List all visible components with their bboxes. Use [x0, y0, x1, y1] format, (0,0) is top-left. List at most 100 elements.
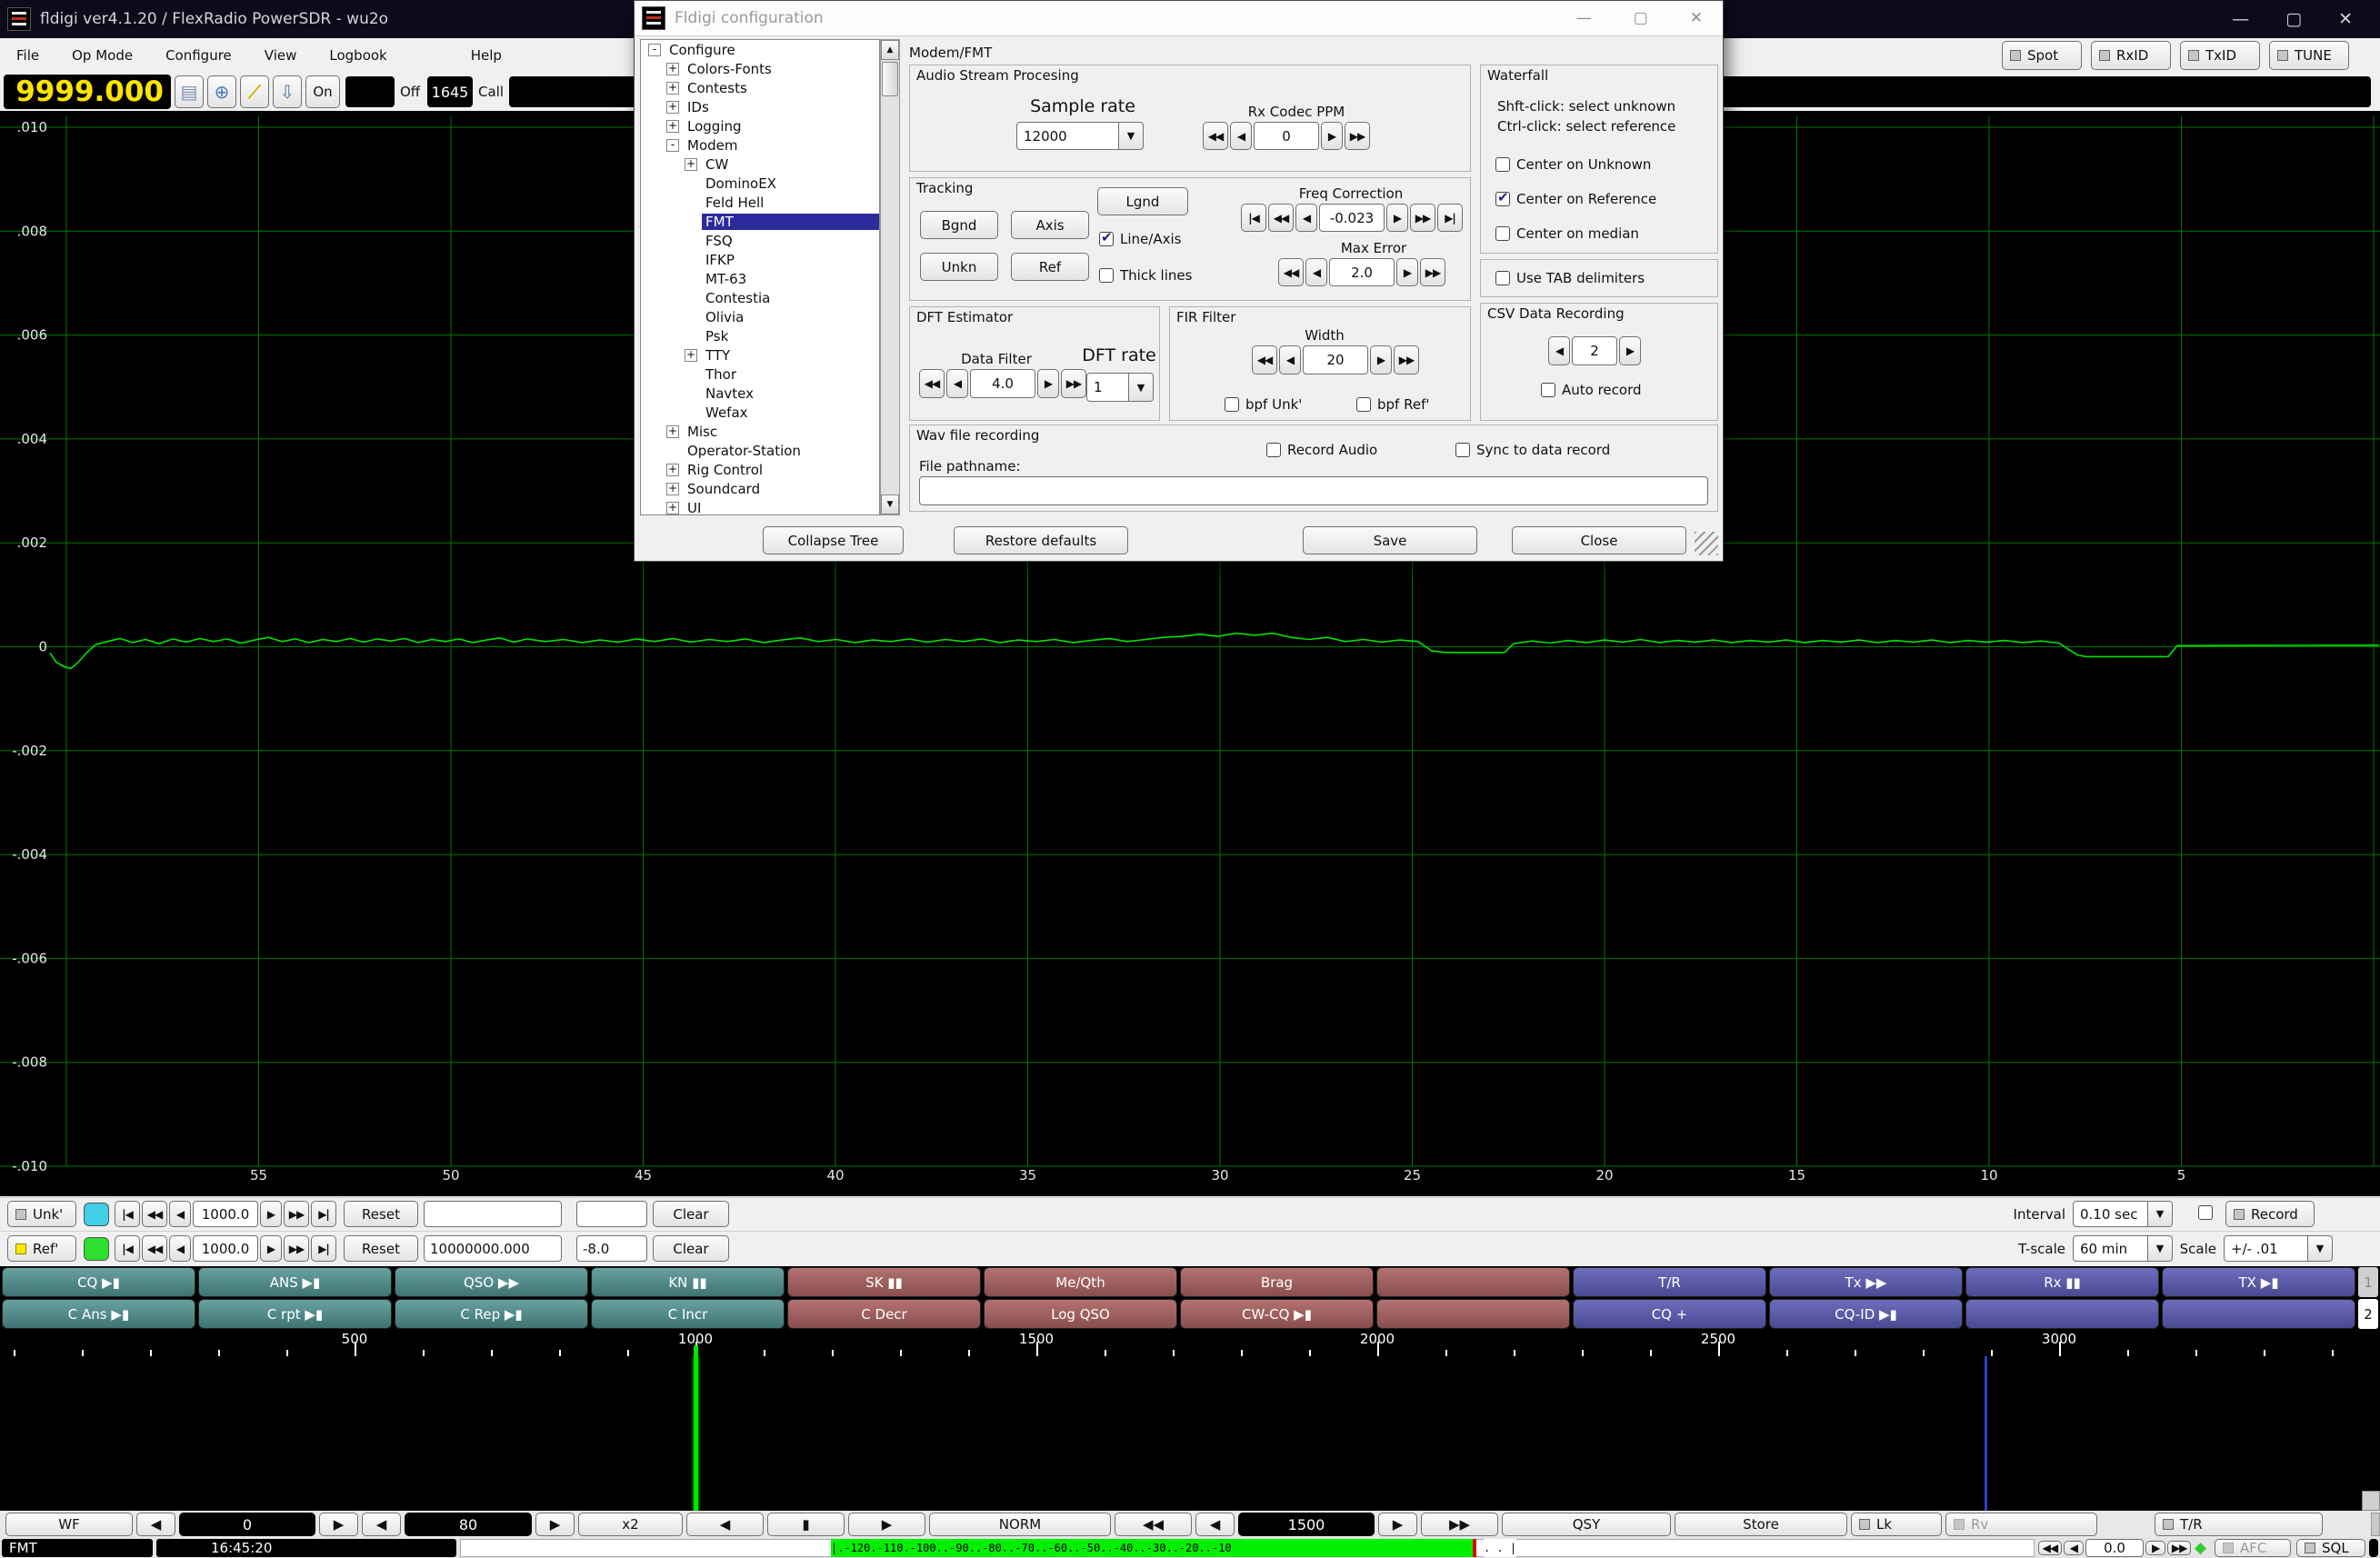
macro-button-cq-id[interactable]: CQ-ID ▶▮ [1769, 1299, 1963, 1329]
macro-button-t-r[interactable]: T/R [1573, 1267, 1766, 1297]
checkbox-box[interactable] [1356, 397, 1371, 412]
menubar-button-tune[interactable]: TUNE [2269, 41, 2349, 70]
step-forward-icon[interactable]: ▶ [260, 1201, 282, 1227]
step-back-icon[interactable]: ◀ [1279, 345, 1301, 375]
macro-button-cq[interactable]: CQ + [1573, 1299, 1766, 1329]
macro-button-empty[interactable] [2162, 1299, 2355, 1329]
step-forward-icon[interactable]: ▶ [2145, 1541, 2166, 1555]
line-axis-checkbox[interactable]: Line/Axis [1099, 229, 1181, 247]
macro-button-me-qth[interactable]: Me/Qth [984, 1267, 1177, 1297]
record-audio-checkbox[interactable]: Record Audio [1266, 442, 1377, 458]
fast-forward-icon[interactable]: ▶▶ [1420, 258, 1445, 286]
seek-last-icon[interactable]: ▶| [1437, 204, 1463, 232]
scroll-thumb[interactable] [882, 62, 898, 96]
macro-button-cw-cq[interactable]: CW-CQ ▶▮ [1180, 1299, 1374, 1329]
macro-button-brag[interactable]: Brag [1180, 1267, 1374, 1297]
fast-forward-icon[interactable]: ▶▶ [284, 1235, 309, 1262]
bpf-unk-checkbox[interactable]: bpf Unk' [1225, 396, 1302, 413]
ref-offset-field[interactable]: -8.0 [576, 1235, 647, 1262]
combo-value[interactable]: 60 min [2073, 1235, 2148, 1262]
macro-button-cq[interactable]: CQ ▶▮ [2, 1267, 195, 1297]
wf-button-step-back-icon[interactable]: ◀ [136, 1513, 175, 1536]
expand-icon[interactable]: + [666, 424, 679, 438]
expand-icon[interactable]: + [666, 463, 679, 476]
collapse-icon[interactable]: - [648, 43, 661, 56]
chevron-down-icon[interactable]: ▼ [2148, 1201, 2173, 1227]
wf-button-step-forward-icon[interactable]: ▶ [1378, 1513, 1417, 1536]
macro-set-indicator[interactable]: 1 [2358, 1267, 2378, 1297]
afc-light-button[interactable]: AFC [2215, 1539, 2291, 1557]
resize-grip[interactable] [1695, 532, 1718, 555]
tree-item-ifkp[interactable]: IFKP [641, 250, 879, 269]
macro-button-empty[interactable] [1376, 1299, 1570, 1329]
step-forward-icon[interactable]: ▶ [1370, 345, 1392, 375]
fast-rewind-icon[interactable]: ◀◀ [1252, 345, 1277, 375]
unk-color-swatch[interactable] [84, 1203, 109, 1226]
macro-button-ans[interactable]: ANS ▶▮ [198, 1267, 392, 1297]
record-checkbox[interactable] [2198, 1205, 2213, 1220]
restore-defaults-button[interactable]: Restore defaults [954, 526, 1128, 554]
spinner-value[interactable]: 1000.0 [193, 1235, 258, 1262]
seek-last-icon[interactable]: ▶| [311, 1201, 336, 1227]
step-back-icon[interactable]: ◀ [1305, 258, 1327, 286]
center-unknown-checkbox[interactable]: Center on Unknown [1495, 156, 1651, 173]
wf-button-step-back-icon[interactable]: ◀ [1195, 1513, 1235, 1536]
ref-light-button[interactable]: Ref' [7, 1235, 76, 1262]
step-back-icon[interactable]: ◀ [1295, 204, 1317, 232]
seek-first-icon[interactable]: |◀ [115, 1235, 140, 1262]
wf-button-wf[interactable]: WF [5, 1513, 133, 1536]
tree-item-rig-control[interactable]: + Rig Control [641, 460, 879, 479]
wf-button-store[interactable]: Store [1675, 1513, 1847, 1536]
close-icon[interactable]: ✕ [2338, 9, 2353, 29]
tree-item-ids[interactable]: + IDs [641, 97, 879, 116]
interval-combo[interactable]: 0.10 sec ▼ [2073, 1201, 2173, 1227]
center-reference-checkbox[interactable]: Center on Reference [1495, 189, 1656, 207]
macro-button-log-qso[interactable]: Log QSO [984, 1299, 1177, 1329]
scroll-up-icon[interactable]: ▲ [881, 40, 899, 60]
macro-button-tx[interactable]: TX ▶▮ [2162, 1267, 2355, 1297]
expand-icon[interactable]: + [666, 119, 679, 133]
unk-freq-spinner[interactable]: |◀ ◀◀ ◀ 1000.0 ▶ ▶▶ ▶| [115, 1201, 336, 1227]
bpf-ref-checkbox[interactable]: bpf Ref' [1356, 396, 1429, 413]
tree-item-thor[interactable]: Thor [641, 365, 879, 384]
close-button[interactable]: Close [1512, 526, 1686, 554]
checkbox-box[interactable] [1495, 189, 1510, 206]
frequency-display[interactable]: 9999.000 [4, 75, 171, 109]
tree-item-contests[interactable]: + Contests [641, 78, 879, 97]
tree-item-wefax[interactable]: Wefax [641, 403, 879, 422]
tree-item-ui[interactable]: + UI [641, 498, 879, 514]
spinner-value[interactable]: 0 [1254, 122, 1319, 150]
step-back-icon[interactable]: ◀ [169, 1201, 191, 1227]
tree-item-fmt[interactable]: FMT [641, 212, 879, 231]
macro-button-rx[interactable]: Rx ▮▮ [1965, 1267, 2159, 1297]
spinner-value[interactable]: 2 [1572, 336, 1617, 365]
tree-item-dominoex[interactable]: DominoEX [641, 174, 879, 193]
checkbox-box[interactable] [1099, 229, 1114, 246]
wf-button-x2[interactable]: x2 [578, 1513, 683, 1536]
fast-forward-icon[interactable]: ▶▶ [1394, 345, 1419, 375]
tree-item-navtex[interactable]: Navtex [641, 384, 879, 403]
unk-offset-field[interactable] [576, 1201, 647, 1227]
menu-help[interactable]: Help [455, 38, 518, 73]
download-icon[interactable]: ⇩ [273, 75, 302, 108]
chevron-down-icon[interactable]: ▼ [2308, 1235, 2333, 1262]
tree-item-contestia[interactable]: Contestia [641, 288, 879, 307]
ref-reset-button[interactable]: Reset [344, 1235, 418, 1262]
menu-logbook[interactable]: Logbook [313, 38, 403, 73]
step-back-icon[interactable]: ◀ [1230, 122, 1252, 150]
seek-last-icon[interactable]: ▶| [311, 1235, 336, 1262]
sample-rate-combo[interactable]: 12000 ▼ [1016, 122, 1144, 150]
fast-forward-icon[interactable]: ▶▶ [1345, 122, 1370, 150]
step-forward-icon[interactable]: ▶ [1037, 369, 1059, 398]
macro-button-empty[interactable] [1376, 1267, 1570, 1297]
checkbox-box[interactable] [1495, 271, 1510, 285]
wf-button-qsy[interactable]: QSY [1502, 1513, 1671, 1536]
data-filter-spinner[interactable]: ◀◀ ◀ 4.0 ▶ ▶▶ [919, 369, 1086, 398]
macro-button-sk[interactable]: SK ▮▮ [787, 1267, 981, 1297]
wf-button-norm[interactable]: NORM [929, 1513, 1111, 1536]
wf-button-step-forward-icon[interactable]: ▶ [848, 1513, 925, 1536]
csv-count-spinner[interactable]: ◀ 2 ▶ [1548, 336, 1641, 365]
center-median-checkbox[interactable]: Center on median [1495, 225, 1639, 242]
ref-value-field[interactable]: 10000000.000 [424, 1235, 562, 1262]
combo-value[interactable]: 0.10 sec [2073, 1201, 2148, 1227]
